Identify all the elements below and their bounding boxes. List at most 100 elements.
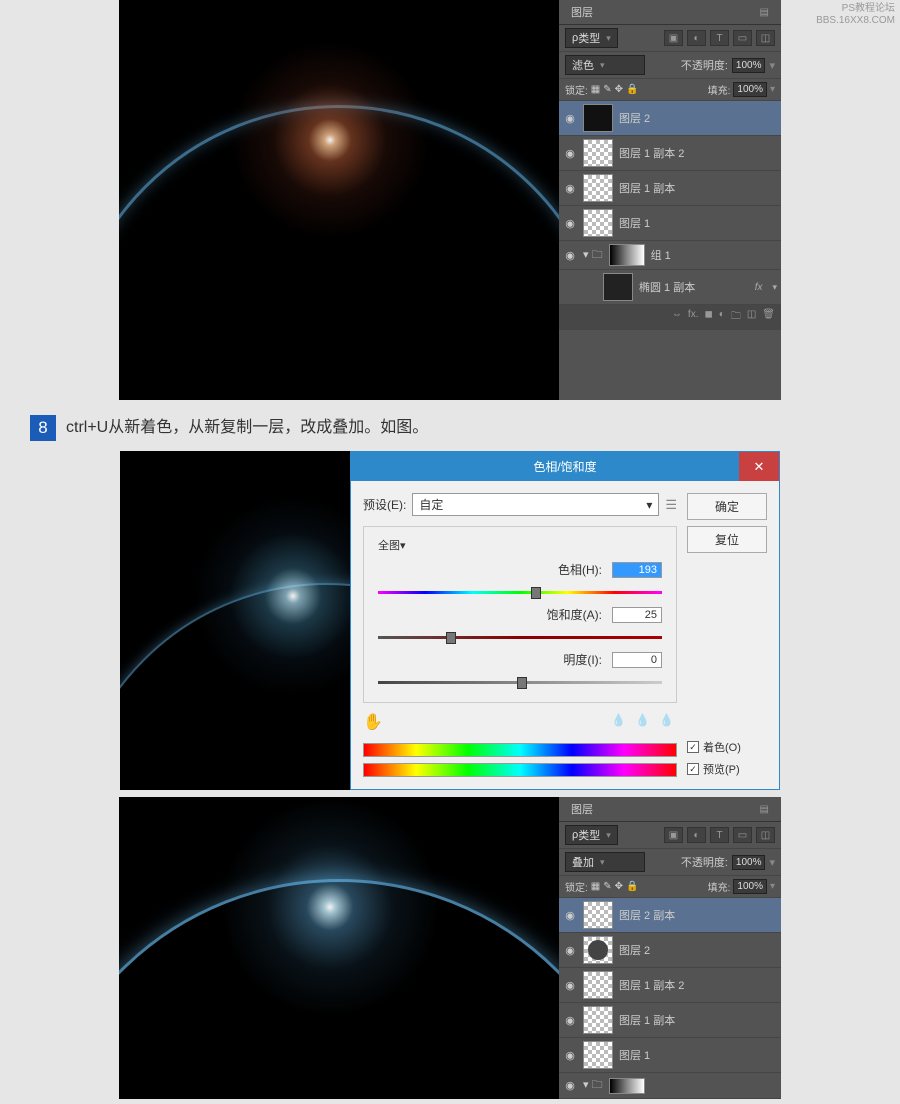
light-input[interactable]: 0 <box>612 652 662 668</box>
filter-smart-icon[interactable]: ◫ <box>756 827 775 843</box>
adjust-icon[interactable]: ◐ <box>719 309 725 326</box>
lock-label: 锁定: <box>565 879 588 894</box>
visibility-icon[interactable]: ◉ <box>563 112 577 125</box>
layer-row[interactable]: ◉图层 1 <box>559 206 781 241</box>
filter-image-icon[interactable]: ▣ <box>664 30 683 46</box>
light-slider[interactable] <box>378 674 662 690</box>
filter-text-icon[interactable]: T <box>710 827 729 843</box>
hue-input[interactable]: 193 <box>612 562 662 578</box>
fx-icon[interactable]: fx. <box>688 309 699 326</box>
layer-row[interactable]: ◉图层 1 <box>559 1038 781 1073</box>
blend-mode-select[interactable]: 叠加 <box>565 852 645 872</box>
preset-menu-icon[interactable]: ☰ <box>665 497 677 513</box>
sat-label: 饱和度(A): <box>378 606 612 623</box>
watermark-line1: PS教程论坛 <box>816 3 895 15</box>
eyedropper-sub-icon[interactable]: 💧 <box>659 713 677 731</box>
lock-all-icon[interactable]: 🔒 <box>626 84 638 95</box>
screenshot-3: 图层▤ ρ 类型 ▣ ◐ T ▭ ◫ 叠加 不透明度: 100%▾ 锁定: ▦ … <box>119 797 781 1099</box>
eyedropper-icon[interactable]: 💧 <box>611 713 629 731</box>
lock-paint-icon[interactable]: ✎ <box>603 84 611 95</box>
lock-paint-icon[interactable]: ✎ <box>603 881 611 892</box>
panel-tab[interactable]: 图层 <box>563 799 601 819</box>
mask-icon[interactable]: ◼ <box>704 309 712 326</box>
preset-label: 预设(E): <box>363 496 406 513</box>
panel-tab[interactable]: 图层 <box>563 2 601 22</box>
fill-value[interactable]: 100% <box>733 879 767 894</box>
colorize-checkbox[interactable]: ✓着色(O) <box>687 739 767 755</box>
new-layer-icon[interactable]: ◫ <box>747 309 756 326</box>
spectrum-bar-2 <box>363 763 677 777</box>
sat-input[interactable]: 25 <box>612 607 662 623</box>
fill-label: 填充: <box>708 879 731 894</box>
close-icon[interactable]: ✕ <box>739 452 779 481</box>
visibility-icon[interactable]: ◉ <box>563 909 577 922</box>
hue-slider[interactable] <box>378 584 662 600</box>
group-row[interactable]: ◉▾ 🗀 组 1 <box>559 241 781 270</box>
step-number: 8 <box>30 415 56 441</box>
fx-badge[interactable]: fx <box>755 282 767 293</box>
layer-row[interactable]: ◉图层 2 <box>559 101 781 136</box>
watermark-line2: BBS.16XX8.COM <box>816 15 895 27</box>
step-text: ctrl+U从新着色，从新复制一层，改成叠加。如图。 <box>66 415 428 441</box>
filter-shape-icon[interactable]: ▭ <box>733 30 752 46</box>
ok-button[interactable]: 确定 <box>687 493 767 520</box>
lock-trans-icon[interactable]: ▦ <box>591 881 600 892</box>
visibility-icon[interactable]: ◉ <box>563 1014 577 1027</box>
layer-row[interactable]: ◉图层 1 副本 <box>559 171 781 206</box>
fill-label: 填充: <box>708 82 731 97</box>
filter-adjust-icon[interactable]: ◐ <box>687 827 706 843</box>
channel-select[interactable]: 全图▾ <box>378 537 448 553</box>
visibility-icon[interactable]: ◉ <box>563 217 577 230</box>
layer-row[interactable]: ◉图层 1 副本 <box>559 1003 781 1038</box>
folder-icon: ▾ 🗀 <box>583 246 603 265</box>
lock-label: 锁定: <box>565 82 588 97</box>
folder-icon: ▾ 🗀 <box>583 1076 603 1095</box>
opacity-value[interactable]: 100% <box>732 58 766 73</box>
lock-pos-icon[interactable]: ✥ <box>615 881 623 892</box>
layers-panel-1: 图层▤ ρ 类型 ▣ ◐ T ▭ ◫ 滤色 不透明度: 100%▾ 锁定: ▦ … <box>559 0 781 400</box>
group-icon[interactable]: 🗀 <box>731 309 741 326</box>
hue-label: 色相(H): <box>378 561 612 578</box>
visibility-icon[interactable]: ◉ <box>563 979 577 992</box>
lock-all-icon[interactable]: 🔒 <box>626 881 638 892</box>
delete-icon[interactable]: 🗑 <box>762 309 775 326</box>
preview-checkbox[interactable]: ✓预览(P) <box>687 761 767 777</box>
blend-mode-select[interactable]: 滤色 <box>565 55 645 75</box>
filter-shape-icon[interactable]: ▭ <box>733 827 752 843</box>
opacity-label: 不透明度: <box>681 57 728 73</box>
layers-panel-2: 图层▤ ρ 类型 ▣ ◐ T ▭ ◫ 叠加 不透明度: 100%▾ 锁定: ▦ … <box>559 797 781 1099</box>
filter-adjust-icon[interactable]: ◐ <box>687 30 706 46</box>
cancel-button[interactable]: 复位 <box>687 526 767 553</box>
group-row[interactable]: ◉ ▾ 🗀 <box>559 1073 781 1099</box>
link-icon[interactable]: ⇔ <box>672 309 682 326</box>
visibility-icon[interactable]: ◉ <box>563 182 577 195</box>
eyedropper-add-icon[interactable]: 💧 <box>635 713 653 731</box>
fill-value[interactable]: 100% <box>733 82 767 97</box>
sat-slider[interactable] <box>378 629 662 645</box>
layer-row[interactable]: ◉图层 1 副本 2 <box>559 968 781 1003</box>
panel-menu-icon[interactable]: ▤ <box>752 5 777 20</box>
layer-row[interactable]: ◉图层 2 副本 <box>559 898 781 933</box>
hand-icon[interactable]: ✋ <box>363 712 383 732</box>
visibility-icon[interactable]: ◉ <box>563 249 577 262</box>
opacity-value[interactable]: 100% <box>732 855 766 870</box>
filter-text-icon[interactable]: T <box>710 30 729 46</box>
lock-pos-icon[interactable]: ✥ <box>615 84 623 95</box>
visibility-icon[interactable]: ◉ <box>563 1049 577 1062</box>
screenshot-1: 图层▤ ρ 类型 ▣ ◐ T ▭ ◫ 滤色 不透明度: 100%▾ 锁定: ▦ … <box>119 0 781 400</box>
filter-type-select[interactable]: ρ 类型 <box>565 825 618 845</box>
layer-row[interactable]: ◉图层 1 副本 2 <box>559 136 781 171</box>
spectrum-bar <box>363 743 677 757</box>
lens-flare-orange <box>230 40 430 240</box>
filter-image-icon[interactable]: ▣ <box>664 827 683 843</box>
visibility-icon[interactable]: ◉ <box>563 147 577 160</box>
filter-smart-icon[interactable]: ◫ <box>756 30 775 46</box>
layer-row[interactable]: 椭圆 1 副本fx▾ <box>559 270 781 305</box>
visibility-icon[interactable]: ◉ <box>563 944 577 957</box>
panel-menu-icon[interactable]: ▤ <box>752 802 777 817</box>
filter-type-select[interactable]: ρ 类型 <box>565 28 618 48</box>
preset-select[interactable]: 自定▾ <box>412 493 659 516</box>
lock-trans-icon[interactable]: ▦ <box>591 84 600 95</box>
visibility-icon[interactable]: ◉ <box>563 1079 577 1092</box>
layer-row[interactable]: ◉图层 2 <box>559 933 781 968</box>
